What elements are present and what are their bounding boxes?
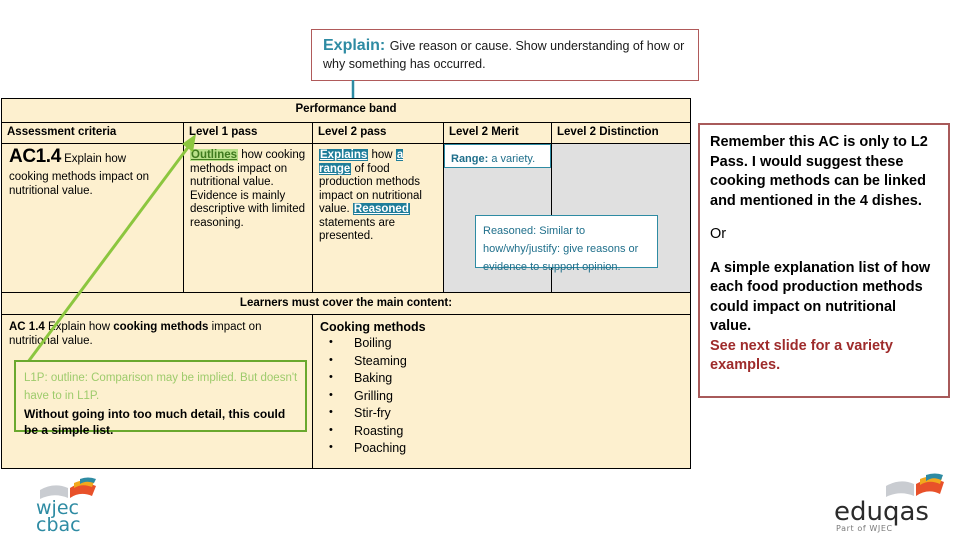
reasoned-callout-text: Reasoned: Similar to how/why/justify: gi… (483, 225, 639, 273)
cooking-methods-list: Boiling Steaming Baking Grilling Stir-fr… (320, 334, 684, 458)
range-callout-text: Range: a variety. (451, 153, 535, 165)
green-callout-emphasis: Without going into too much detail, this… (24, 407, 286, 437)
level2-highlight-reasoned: Reasoned (352, 203, 410, 215)
green-connector-arrow (20, 134, 196, 371)
list-item: Steaming (320, 352, 684, 371)
range-value: a variety. (488, 153, 536, 165)
cell-level2-pass: Explains how a range of food production … (312, 143, 444, 301)
level2-highlight-explains: Explains (319, 149, 369, 161)
list-item: Poaching (320, 439, 684, 458)
cooking-methods-title: Cooking methods (320, 320, 426, 334)
performance-band-header: Performance band (0, 98, 692, 123)
notes-para-or: Or (710, 226, 727, 242)
column-header-level2-distinction: Level 2 Distinction (550, 121, 692, 144)
wjec-logo-line2: cbac (36, 514, 81, 534)
eduqas-logo: eduqas Part of WJEC (834, 473, 944, 533)
column-header-level2-pass: Level 2 pass (312, 121, 444, 144)
notes-para-3: A simple explanation list of how each fo… (710, 259, 931, 335)
explain-keyword: Explain: (323, 37, 386, 54)
teacher-notes-panel: Remember this AC is only to L2 Pass. I w… (698, 123, 950, 398)
column-header-level2-merit: Level 2 Merit (443, 121, 552, 144)
list-item: Stir-fry (320, 404, 684, 423)
notes-para-next-slide: See next slide for a variety examples. (710, 337, 893, 374)
wjec-logo: wjec cbac (36, 477, 96, 534)
slide-canvas: Explain: Give reason or cause. Show unde… (0, 0, 960, 540)
eduqas-logo-name: eduqas (834, 497, 929, 527)
l1p-outline-callout: L1P: outline: Comparison may be implied.… (14, 360, 307, 437)
list-item: Grilling (320, 387, 684, 406)
list-item: Roasting (320, 422, 684, 441)
list-item: Boiling (320, 334, 684, 353)
range-definition-callout: Range: a variety. (444, 144, 551, 168)
explain-definition-callout: Explain: Give reason or cause. Show unde… (311, 29, 699, 81)
eduqas-logo-tagline: Part of WJEC (836, 524, 893, 533)
reasoned-definition-callout: Reasoned: Similar to how/why/justify: gi… (475, 215, 658, 273)
cell-cooking-methods: Cooking methods Boiling Steaming Baking … (311, 314, 692, 469)
level2-text-mid1: how (368, 149, 396, 161)
range-label: Range: (451, 153, 489, 165)
green-callout-note: L1P: outline: Comparison may be implied.… (24, 372, 298, 402)
table-row: Performance band (0, 98, 692, 123)
notes-para-1: Remember this AC is only to L2 Pass. I w… (710, 134, 928, 209)
level2-text-tail: statements are presented. (319, 216, 396, 243)
list-item: Baking (320, 369, 684, 388)
